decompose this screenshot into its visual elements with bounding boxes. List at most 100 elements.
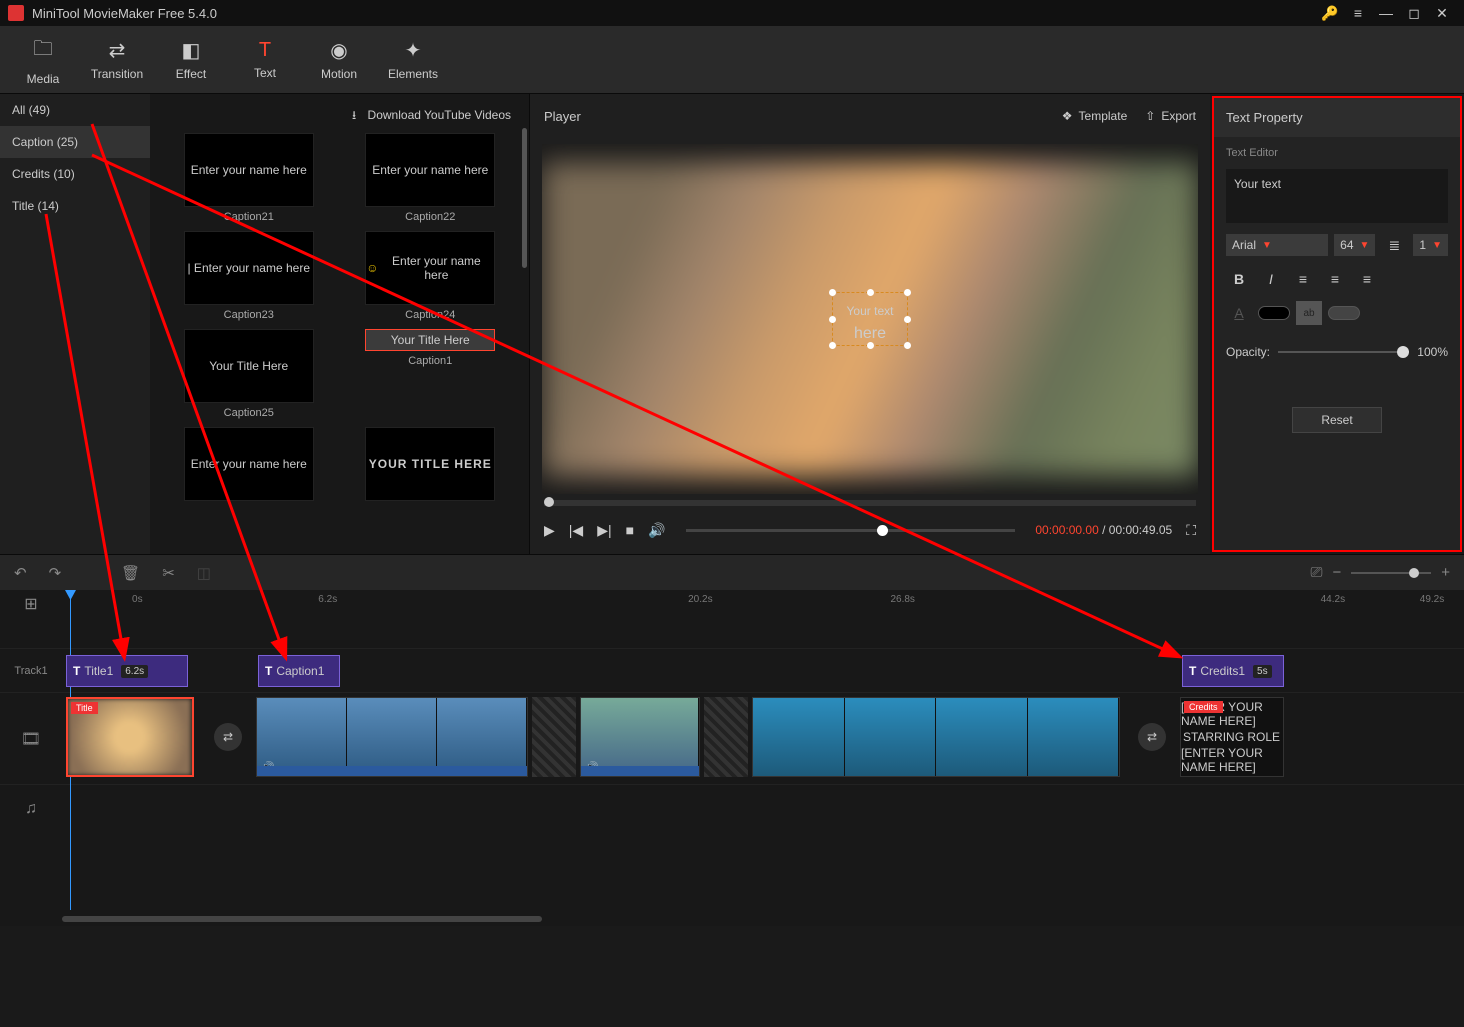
- opacity-slider[interactable]: [1278, 351, 1409, 353]
- clip-title1[interactable]: TTitle16.2s: [66, 655, 188, 687]
- player-time: 00:00:00.00 / 00:00:49.05: [1035, 523, 1172, 537]
- text-color-icon[interactable]: A: [1226, 301, 1252, 325]
- license-key-icon[interactable]: 🔑: [1316, 5, 1344, 22]
- volume-slider[interactable]: [686, 529, 1016, 532]
- highlight-icon[interactable]: ab: [1296, 301, 1322, 325]
- props-header: Text Property: [1214, 98, 1460, 137]
- media-clip-4[interactable]: [752, 697, 1120, 777]
- audio-track-body[interactable]: [62, 785, 1464, 832]
- cat-credits[interactable]: Credits (10): [0, 158, 150, 190]
- tab-motion[interactable]: ◉Motion: [302, 30, 376, 90]
- zoom-slider[interactable]: [1351, 572, 1431, 574]
- delete-button[interactable]: 🗑: [121, 564, 140, 582]
- add-track-button[interactable]: ⊞: [0, 594, 62, 614]
- split-button[interactable]: ✂: [162, 564, 175, 582]
- track1-label: Track1: [0, 665, 62, 677]
- minimize-button[interactable]: —: [1372, 5, 1400, 21]
- fullscreen-button[interactable]: ⛶: [1186, 522, 1196, 539]
- zoom-out-button[interactable]: −: [1332, 564, 1341, 581]
- menu-icon[interactable]: ≡: [1344, 5, 1372, 21]
- player-scrub[interactable]: [544, 500, 1196, 506]
- resize-handle[interactable]: [829, 289, 836, 296]
- tab-text[interactable]: TText: [228, 30, 302, 90]
- play-button[interactable]: ▶: [544, 522, 555, 539]
- next-frame-button[interactable]: ▶|: [597, 522, 611, 539]
- undo-button[interactable]: ↶: [14, 564, 27, 582]
- ruler-tick: 0s: [132, 594, 143, 605]
- bold-button[interactable]: B: [1226, 267, 1252, 291]
- resize-handle[interactable]: [829, 316, 836, 323]
- redo-button[interactable]: ↷: [49, 564, 62, 582]
- align-left-button[interactable]: ≡: [1290, 267, 1316, 291]
- thumb-caption22[interactable]: Enter your name hereCaption22: [344, 133, 518, 223]
- media-clip-2[interactable]: 🔊: [256, 697, 528, 777]
- maximize-button[interactable]: ◻: [1400, 5, 1428, 22]
- export-icon: ⇧: [1145, 109, 1155, 123]
- thumb-caption24[interactable]: ☺ Enter your name hereCaption24: [344, 231, 518, 321]
- cat-caption[interactable]: Caption (25): [0, 126, 150, 158]
- tab-media[interactable]: 🗀Media: [6, 30, 80, 90]
- time-ruler[interactable]: 0s6.2s20.2s26.8s44.2s49.2s: [124, 590, 1464, 618]
- fit-zoom-button[interactable]: ⎚: [1310, 564, 1322, 581]
- player-header: Player ❖Template ⇧Export: [530, 94, 1210, 138]
- cat-all[interactable]: All (49): [0, 94, 150, 126]
- zoom-in-button[interactable]: +: [1441, 564, 1450, 581]
- resize-handle[interactable]: [867, 289, 874, 296]
- volume-icon[interactable]: 🔊: [648, 522, 665, 539]
- highlight-swatch[interactable]: [1328, 306, 1360, 320]
- thumb-caption21[interactable]: Enter your name hereCaption21: [162, 133, 336, 223]
- clip-credits1[interactable]: TCredits15s: [1182, 655, 1284, 687]
- gap-2[interactable]: [704, 697, 748, 777]
- line-spacing-icon[interactable]: ≣: [1381, 233, 1407, 257]
- resize-handle[interactable]: [829, 342, 836, 349]
- font-select[interactable]: Arial▼: [1226, 234, 1328, 256]
- crop-button[interactable]: ◫: [197, 564, 211, 582]
- media-clip-3[interactable]: 🔊: [580, 697, 700, 777]
- transition-slot-1[interactable]: ⇄: [214, 723, 242, 751]
- player-preview[interactable]: Your text here: [542, 144, 1198, 494]
- timeline-toolbar: ↶ ↷ 🗑 ✂ ◫ ⎚ − +: [0, 554, 1464, 590]
- thumb-extra-2[interactable]: YOUR TITLE HERE: [344, 427, 518, 501]
- tab-transition[interactable]: ⇄Transition: [80, 30, 154, 90]
- align-right-button[interactable]: ≡: [1354, 267, 1380, 291]
- gap-1[interactable]: [532, 697, 576, 777]
- media-clip-credits[interactable]: STARRING[ENTER YOUR NAME HERE]STARRING R…: [1180, 697, 1284, 777]
- clip-caption1[interactable]: TCaption1: [258, 655, 340, 687]
- tab-effect[interactable]: ◧Effect: [154, 30, 228, 90]
- cat-title[interactable]: Title (14): [0, 190, 150, 222]
- transition-slot-2[interactable]: ⇄: [1138, 723, 1166, 751]
- download-youtube-link[interactable]: Download YouTube Videos: [368, 108, 511, 122]
- timeline-scrollbar[interactable]: [62, 916, 542, 922]
- thumb-caption25[interactable]: Your Title HereCaption25: [162, 329, 336, 419]
- thumb-grid: Enter your name hereCaption21 Enter your…: [156, 133, 523, 501]
- template-button[interactable]: ❖Template: [1062, 109, 1127, 123]
- align-center-button[interactable]: ≡: [1322, 267, 1348, 291]
- text-clip-icon: T: [73, 664, 80, 678]
- tab-motion-label: Motion: [321, 67, 357, 81]
- app-title: MiniTool MovieMaker Free 5.4.0: [32, 6, 1316, 21]
- line-spacing-select[interactable]: 1▼: [1413, 234, 1448, 256]
- audio-track: ♫: [0, 784, 1464, 832]
- video-track-body[interactable]: Title ⇄ 🔊 🔊 ⇄ STARRING[ENTER YOUR NAME H…: [62, 693, 1464, 784]
- media-clip-1[interactable]: Title: [66, 697, 194, 777]
- text-track-body[interactable]: TTitle16.2s TCaption1 TCredits15s: [62, 649, 1464, 692]
- preview-text-overlay[interactable]: Your text here: [832, 292, 909, 347]
- prev-frame-button[interactable]: |◀: [569, 522, 583, 539]
- thumbs-scrollbar[interactable]: [522, 128, 527, 268]
- thumb-caption23[interactable]: | Enter your name hereCaption23: [162, 231, 336, 321]
- italic-button[interactable]: I: [1258, 267, 1284, 291]
- ruler-tick: 6.2s: [318, 594, 337, 605]
- export-button[interactable]: ⇧Export: [1145, 109, 1196, 123]
- tab-elements[interactable]: ✦Elements: [376, 30, 450, 90]
- text-input[interactable]: Your text: [1226, 169, 1448, 223]
- tab-media-label: Media: [27, 72, 60, 86]
- thumb-caption1[interactable]: Your Title HereCaption1: [344, 329, 518, 419]
- stop-button[interactable]: ■: [626, 522, 634, 538]
- effect-icon: ◧: [182, 38, 201, 63]
- reset-button[interactable]: Reset: [1292, 407, 1382, 433]
- thumb-extra-1[interactable]: Enter your name here: [162, 427, 336, 501]
- font-size-select[interactable]: 64▼: [1334, 234, 1375, 256]
- close-button[interactable]: ✕: [1428, 5, 1456, 22]
- title-bar: MiniTool MovieMaker Free 5.4.0 🔑 ≡ — ◻ ✕: [0, 0, 1464, 26]
- text-color-swatch[interactable]: [1258, 306, 1290, 320]
